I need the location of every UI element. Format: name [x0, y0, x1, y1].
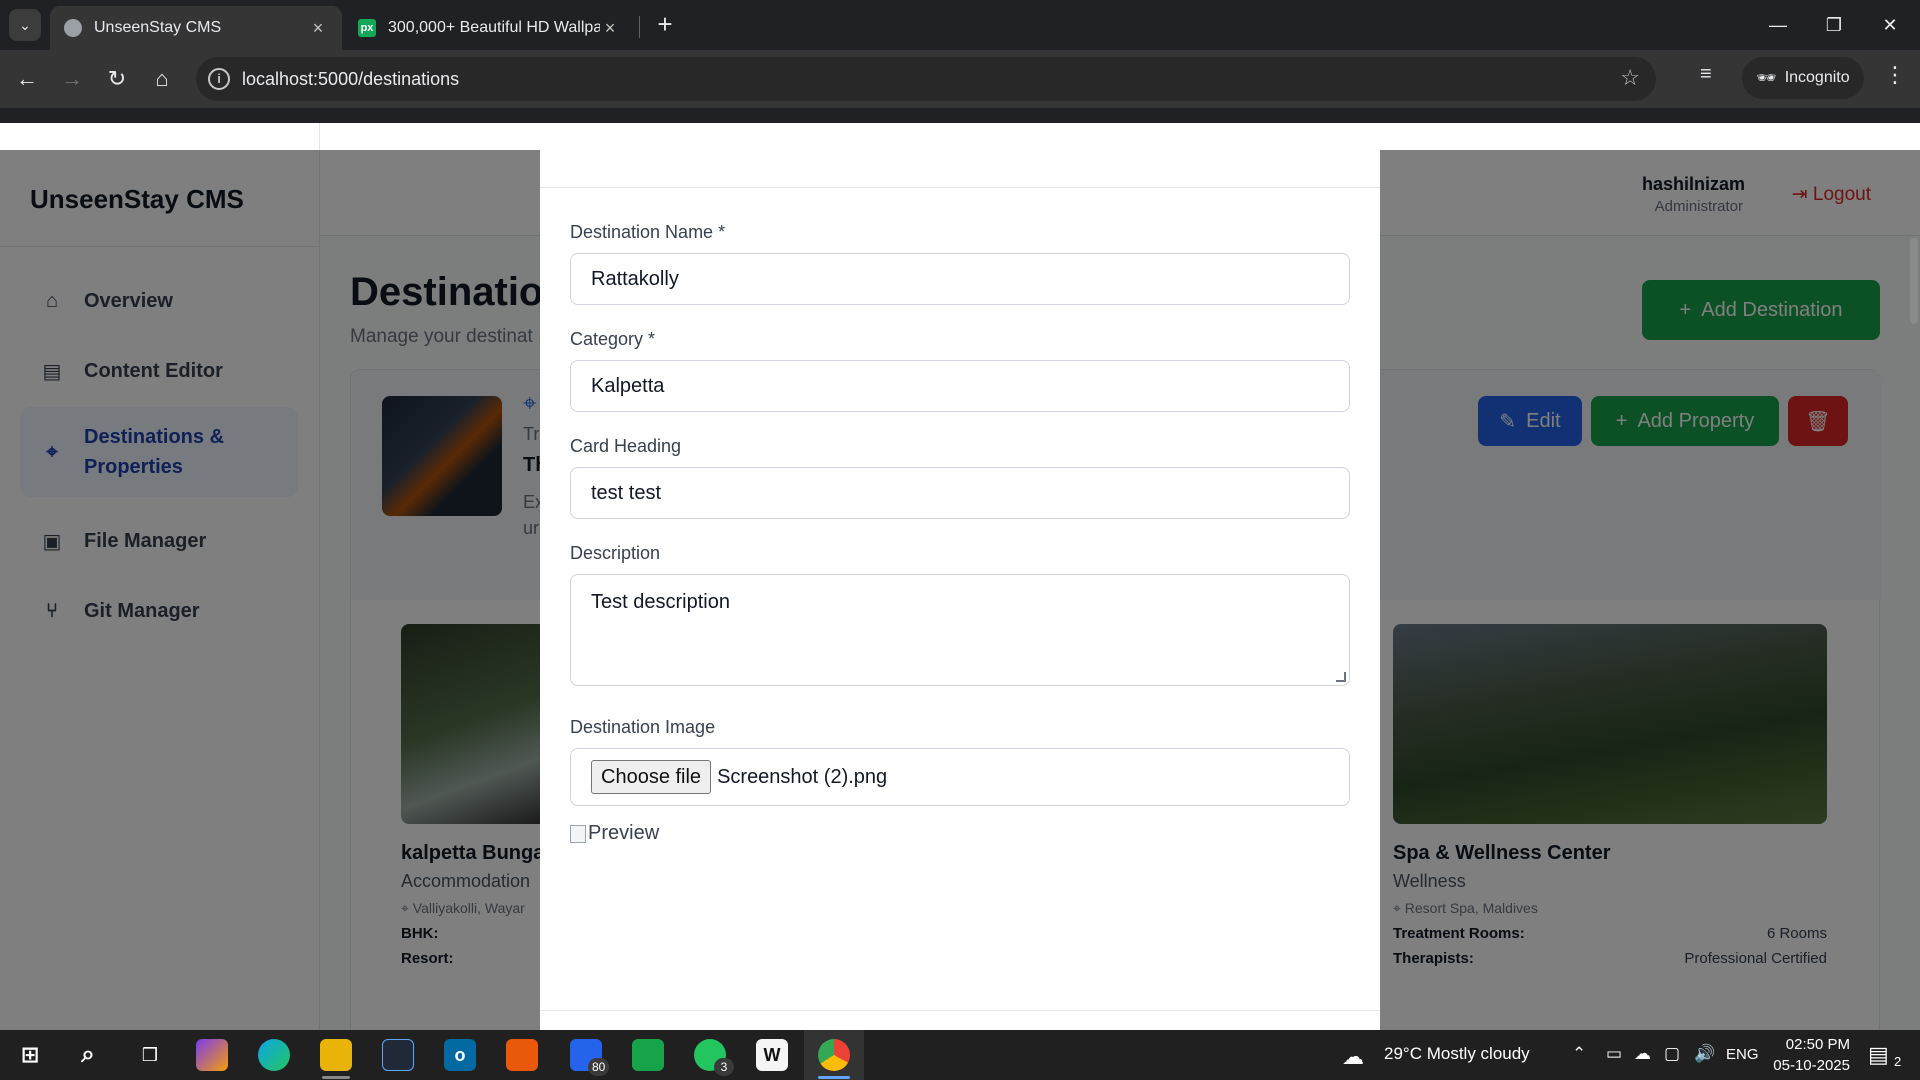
- page-scrollbar[interactable]: [1910, 238, 1918, 324]
- incognito-icon: 🕶: [1756, 70, 1777, 87]
- media-control-icon[interactable]: ≡: [1700, 63, 1712, 86]
- chrome-icon[interactable]: [818, 1039, 850, 1071]
- tab-title: 300,000+ Beautiful HD Wallpap: [388, 19, 600, 36]
- preview-alt-text: Preview: [588, 822, 660, 844]
- globe-icon: [64, 19, 82, 37]
- volume-icon[interactable]: 🔊: [1694, 1044, 1715, 1064]
- network-icon[interactable]: ▢: [1664, 1044, 1680, 1064]
- tab-unseenstay-cms[interactable]: UnseenStay CMS ×: [50, 6, 342, 50]
- page-top-edge: [0, 123, 1920, 150]
- description-value: Test description: [591, 591, 730, 613]
- date: 05-10-2025: [1773, 1057, 1850, 1074]
- destination-name-value: Rattakolly: [591, 267, 679, 290]
- search-icon[interactable]: ⌕: [72, 1039, 104, 1071]
- destination-name-input[interactable]: Rattakolly: [570, 253, 1350, 305]
- description-label: Description: [570, 543, 661, 563]
- image-preview: Preview: [570, 822, 659, 845]
- close-window-icon[interactable]: ✕: [1870, 8, 1910, 42]
- edit-destination-modal: Destination Name * Rattakolly Category *…: [540, 150, 1380, 1030]
- weather-text[interactable]: 29°C Mostly cloudy: [1384, 1044, 1530, 1064]
- weather-icon[interactable]: ☁: [1342, 1044, 1364, 1070]
- task-view-icon[interactable]: ❒: [134, 1039, 166, 1071]
- destination-image-input[interactable]: Choose file Screenshot (2).png: [570, 748, 1350, 806]
- category-value: Kalpetta: [591, 374, 665, 397]
- whatsapp-badge: 3: [714, 1058, 734, 1076]
- card-heading-value: test test: [591, 481, 662, 504]
- tab-search-button[interactable]: ⌄: [9, 9, 41, 41]
- clock[interactable]: 02:50 PM 05-10-2025: [1754, 1034, 1850, 1076]
- outlook-icon[interactable]: o: [444, 1039, 476, 1071]
- home-icon[interactable]: ⌂: [144, 61, 180, 97]
- resize-handle-icon[interactable]: [1336, 672, 1346, 682]
- mail-badge: 80: [588, 1058, 610, 1076]
- card-heading-label: Card Heading: [570, 436, 682, 456]
- time: 02:50 PM: [1785, 1036, 1850, 1053]
- running-indicator: [322, 1076, 350, 1079]
- divider: [319, 123, 320, 150]
- close-tab-icon[interactable]: ×: [600, 18, 620, 39]
- destination-name-label: Destination Name *: [570, 222, 726, 242]
- url-text: localhost:5000/destinations: [242, 69, 460, 89]
- browser-menu-icon[interactable]: ⋮: [1884, 62, 1906, 88]
- reload-icon[interactable]: ↻: [99, 61, 135, 97]
- browser-tabstrip: ⌄ UnseenStay CMS × px 300,000+ Beautiful…: [0, 0, 1920, 50]
- choose-file-button[interactable]: Choose file: [591, 760, 712, 794]
- chat-icon[interactable]: [632, 1039, 664, 1071]
- copilot-icon[interactable]: [196, 1039, 228, 1071]
- site-info-icon[interactable]: i: [208, 68, 230, 90]
- taskbar: ⊞ ⌕ ❒ o 80 3 W ☁ 29°C Mostly cloudy ⌃ ▭ …: [0, 1030, 1920, 1080]
- tray-device-icon[interactable]: ▭: [1606, 1044, 1622, 1064]
- modal-footer-divider: [540, 1010, 1380, 1011]
- brave-icon[interactable]: [506, 1039, 538, 1071]
- close-tab-icon[interactable]: ×: [308, 18, 328, 39]
- category-label: Category *: [570, 329, 656, 349]
- chevron-up-icon[interactable]: ⌃: [1572, 1044, 1586, 1064]
- store-icon[interactable]: [382, 1039, 414, 1071]
- destination-image-label: Destination Image: [570, 717, 716, 737]
- notification-count: 2: [1894, 1054, 1902, 1069]
- running-indicator: [818, 1076, 850, 1079]
- notification-icon[interactable]: ▤: [1868, 1042, 1889, 1068]
- restore-icon[interactable]: ❐: [1814, 8, 1854, 42]
- tab-separator: [639, 16, 640, 38]
- forward-icon[interactable]: →: [54, 61, 90, 97]
- broken-image-icon: [570, 824, 586, 843]
- modal-header-edge: [540, 150, 1380, 188]
- category-input[interactable]: Kalpetta: [570, 360, 1350, 412]
- windows-start-icon[interactable]: ⊞: [14, 1039, 46, 1071]
- address-bar[interactable]: i localhost:5000/destinations ☆: [196, 57, 1656, 101]
- pexels-icon: px: [358, 19, 376, 37]
- bookmark-star-icon[interactable]: ☆: [1620, 65, 1640, 91]
- incognito-label: Incognito: [1784, 69, 1850, 86]
- selected-file-name: Screenshot (2).png: [717, 765, 888, 788]
- browser-toolbar: ← → ↻ ⌂ i localhost:5000/destinations ☆ …: [0, 50, 1920, 108]
- app-w-icon[interactable]: W: [756, 1039, 788, 1071]
- file-explorer-icon[interactable]: [320, 1039, 352, 1071]
- back-icon[interactable]: ←: [9, 61, 45, 97]
- tab-title: UnseenStay CMS: [94, 19, 222, 36]
- incognito-badge[interactable]: 🕶 Incognito: [1742, 57, 1864, 99]
- new-tab-button[interactable]: +: [650, 10, 680, 40]
- edge-icon[interactable]: [258, 1039, 290, 1071]
- tab-wallpapers[interactable]: px 300,000+ Beautiful HD Wallpap ×: [344, 6, 634, 50]
- minimize-icon[interactable]: —: [1758, 8, 1798, 42]
- description-textarea[interactable]: Test description: [570, 574, 1350, 686]
- onedrive-icon[interactable]: ☁: [1634, 1044, 1651, 1064]
- card-heading-input[interactable]: test test: [570, 467, 1350, 519]
